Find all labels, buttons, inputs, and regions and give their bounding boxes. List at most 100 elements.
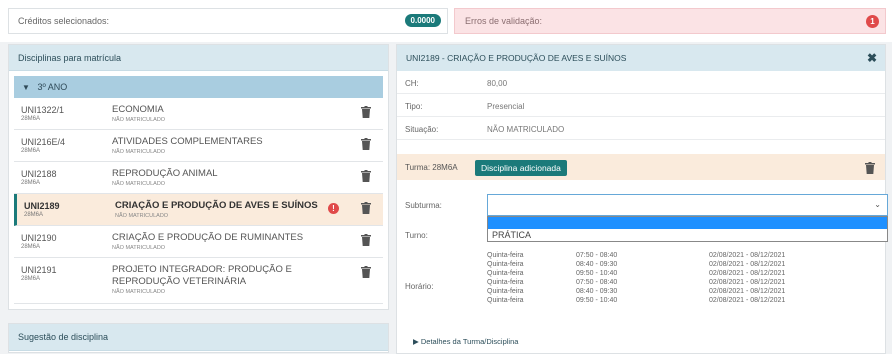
detail-header: UNI2189 - CRIAÇÃO E PRODUÇÃO DE AVES E S… (397, 45, 885, 71)
course-name: CRIAÇÃO E PRODUÇÃO DE AVES E SUÍNOS (115, 200, 318, 211)
year-label: 3º ANO (37, 82, 68, 92)
subturma-select[interactable]: ⌄ (487, 194, 888, 216)
trash-icon[interactable] (361, 170, 371, 182)
details-link: Detalhes da Turma/Disciplina (420, 337, 519, 346)
schedule-time: 07:50 - 08:40 (576, 252, 618, 259)
schedule-day: Quinta-feira (487, 287, 524, 295)
validation-errors-box[interactable]: Erros de validação: 1 (454, 8, 886, 34)
course-name-block: ATIVIDADES COMPLEMENTARES NÃO MATRICULADO (112, 136, 322, 156)
course-turma: 28M6A (21, 116, 41, 122)
triangle-right-icon: ▶ (413, 337, 419, 346)
alert-icon: ! (328, 203, 339, 214)
course-status: NÃO MATRICULADO (115, 213, 169, 219)
course-code: UNI2189 (24, 201, 60, 211)
course-row[interactable]: UNI2188 28M6A REPRODUÇÃO ANIMAL NÃO MATRICU… (14, 162, 383, 194)
course-code: UNI2188 (21, 169, 57, 179)
tipo-value: Presencial (487, 102, 525, 111)
course-name-block: PROJETO INTEGRADOR: PRODUÇÃO E REPRODUÇÃ… (112, 264, 322, 296)
course-name: REPRODUÇÃO ANIMAL (112, 168, 218, 179)
course-code: UNI1322/1 (21, 105, 65, 115)
enrollment-panel-title: Disciplinas para matrícula (9, 45, 388, 71)
schedule-day: Quinta-feira (487, 269, 524, 277)
errors-label: Erros de validação: (465, 16, 543, 26)
course-status: NÃO MATRICULADO (112, 245, 166, 251)
course-row[interactable]: UNI2190 28M6A CRIAÇÃO E PRODUÇÃO DE RUMINA… (14, 226, 383, 258)
close-icon[interactable]: ✖ (867, 51, 877, 65)
course-code: UNI2190 (21, 233, 57, 243)
course-status: NÃO MATRICULADO (112, 289, 166, 295)
course-name-block: CRIAÇÃO E PRODUÇÃO DE RUMINANTES NÃO MATR… (112, 232, 322, 252)
schedule-time: 08:40 - 09:30 (576, 287, 618, 295)
situacao-value: NÃO MATRICULADO (487, 125, 565, 134)
schedule-time: 09:50 - 10:40 (576, 296, 618, 304)
course-turma: 28M6A (21, 276, 41, 282)
turma-label: Turma: 28M6A (405, 163, 458, 172)
schedule-day: Quinta-feira (487, 296, 524, 304)
course-name: CRIAÇÃO E PRODUÇÃO DE RUMINANTES (112, 232, 304, 243)
dropdown-option-empty[interactable] (488, 217, 887, 229)
suggestion-panel-title[interactable]: Sugestão de disciplina (9, 324, 388, 351)
credits-box: Créditos selecionados: 0.0000 (8, 8, 448, 34)
dropdown-option-pratica[interactable]: PRÁTICA (488, 229, 887, 240)
course-turma: 28M6A (21, 148, 41, 154)
year-group-header[interactable]: ▼ 3º ANO (14, 76, 383, 98)
suggestion-panel: Sugestão de disciplina (8, 323, 389, 353)
trash-icon[interactable] (361, 202, 371, 214)
detail-title: UNI2189 - CRIAÇÃO E PRODUÇÃO DE AVES E S… (406, 53, 627, 63)
course-row[interactable]: UNI216E/4 28M6A ATIVIDADES COMPLEMENTARES N… (14, 130, 383, 162)
ch-label: CH: (405, 79, 419, 88)
course-list: UNI1322/1 28M6A ECONOMIA NÃO MATRICULADO UNI… (14, 98, 383, 304)
trash-icon[interactable] (361, 138, 371, 150)
horario-label: Horário: (405, 282, 434, 291)
tipo-label: Tipo: (405, 102, 423, 111)
schedule-time: 09:50 - 10:40 (576, 269, 618, 277)
turno-label: Turno: (405, 231, 428, 240)
subturma-label: Subturma: (405, 201, 442, 210)
info-tipo: Tipo: Presencial (397, 94, 885, 117)
course-code: UNI216E/4 (21, 137, 66, 147)
trash-icon[interactable] (361, 106, 371, 118)
subturma-dropdown: PRÁTICA (487, 216, 888, 242)
schedule-time: 08:40 - 09:30 (576, 260, 618, 268)
schedule-date: 02/08/2021 - 08/12/2021 (709, 252, 786, 259)
trash-icon[interactable] (361, 266, 371, 278)
info-situacao: Situação: NÃO MATRICULADO (397, 117, 885, 140)
course-name: ATIVIDADES COMPLEMENTARES (112, 136, 263, 147)
credits-label: Créditos selecionados: (18, 16, 110, 26)
schedule-day: Quinta-feira (487, 260, 524, 268)
credits-value-badge: 0.0000 (404, 14, 441, 27)
discipline-added-badge: Disciplina adicionada (475, 160, 567, 176)
schedule-day: Quinta-feira (487, 252, 524, 259)
course-name-block: REPRODUÇÃO ANIMAL NÃO MATRICULADO (112, 168, 322, 188)
course-turma: 28M6A (21, 180, 41, 186)
course-name: ECONOMIA (112, 104, 164, 115)
trash-icon[interactable] (361, 234, 371, 246)
schedule-date: 02/08/2021 - 08/12/2021 (709, 260, 786, 268)
schedule-times: 07:50 - 08:40 08:40 - 09:30 09:50 - 10:40 0… (576, 252, 617, 305)
course-status: NÃO MATRICULADO (112, 181, 166, 187)
course-name-block: CRIAÇÃO E PRODUÇÃO DE AVES E SUÍNOS NÃO M… (115, 200, 325, 220)
course-turma: 28M6A (21, 244, 41, 250)
course-code: UNI2191 (21, 265, 57, 275)
schedule-day: Quinta-feira (487, 278, 524, 286)
details-toggle[interactable]: ▶ Detalhes da Turma/Disciplina (413, 337, 518, 346)
schedule-date: 02/08/2021 - 08/12/2021 (709, 296, 786, 304)
schedule-days: Quinta-feira Quinta-feira Quinta-feira Quin… (487, 252, 524, 305)
course-row[interactable]: UNI1322/1 28M6A ECONOMIA NÃO MATRICULADO (14, 98, 383, 130)
top-bar: Créditos selecionados: 0.0000 Erros de v… (0, 0, 892, 42)
course-turma: 28M6A (24, 212, 44, 218)
ch-value: 80,00 (487, 79, 508, 88)
course-status: NÃO MATRICULADO (112, 117, 166, 123)
schedule-time: 07:50 - 08:40 (576, 278, 618, 286)
turma-bar: Turma: 28M6A Disciplina adicionada (397, 154, 885, 180)
course-row[interactable]: UNI2189 28M6A CRIAÇÃO E PRODUÇÃO DE AVES E… (14, 194, 383, 226)
course-status: NÃO MATRICULADO (112, 149, 166, 155)
situacao-label: Situação: (405, 125, 439, 134)
course-name: PROJETO INTEGRADOR: PRODUÇÃO E REPRODUÇÃ… (112, 264, 292, 287)
course-name-block: ECONOMIA NÃO MATRICULADO (112, 104, 322, 124)
trash-icon[interactable] (865, 162, 875, 174)
schedule-date: 02/08/2021 - 08/12/2021 (709, 287, 786, 295)
schedule-dates: 02/08/2021 - 08/12/2021 02/08/2021 - 08/1… (709, 252, 785, 305)
course-row[interactable]: UNI2191 28M6A PROJETO INTEGRADOR: PRODUÇÃO… (14, 258, 383, 304)
chevron-down-icon: ⌄ (874, 200, 881, 209)
